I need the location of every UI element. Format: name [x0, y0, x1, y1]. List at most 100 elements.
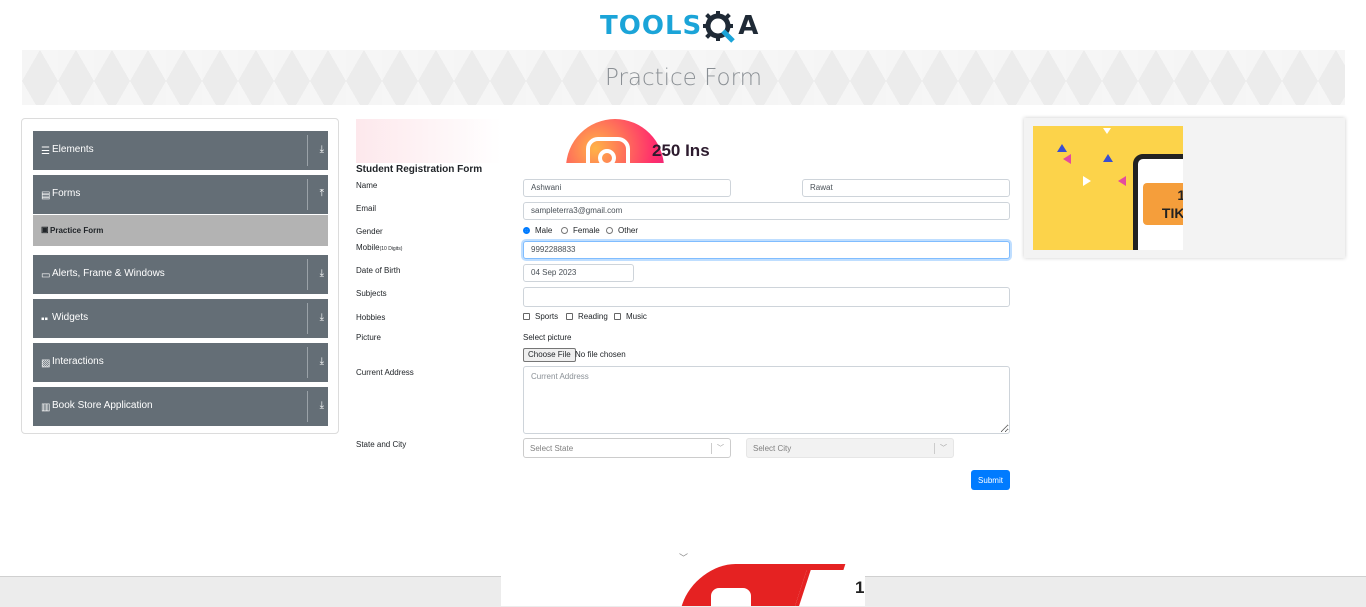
sidebar-group-label: Interactions [52, 356, 104, 367]
page-banner: Practice Form [22, 50, 1345, 105]
mobile-label-text: Mobile [356, 243, 380, 252]
checkbox-icon[interactable] [566, 313, 573, 320]
page-title: Practice Form [604, 64, 763, 91]
email-input[interactable]: sampleterra3@gmail.com [523, 202, 1010, 220]
choose-file-button[interactable]: Choose File [523, 348, 576, 362]
radio-selected-icon[interactable] [523, 227, 530, 234]
ad-banner-right[interactable]: 10 TIKT [1024, 118, 1345, 258]
form-icon: ▤ [41, 190, 51, 201]
sidebar-group-label: Book Store Application [52, 400, 153, 411]
sidebar-group-elements[interactable]: ☰ Elements ⤓ [33, 131, 328, 170]
gender-label: Gender [356, 227, 383, 236]
toolsqa-logo[interactable]: TOOLS A [600, 6, 758, 46]
divider [307, 259, 308, 290]
email-label: Email [356, 204, 377, 213]
mobile-hint: (10 Digits) [379, 246, 403, 252]
select-picture-label: Select picture [523, 333, 572, 342]
current-address-textarea[interactable] [523, 366, 1010, 434]
mobile-label: Mobile(10 Digits) [356, 243, 402, 252]
youtube-icon [711, 588, 751, 606]
down-arrow-icon: ⤓ [319, 312, 324, 323]
sidebar-group-alerts[interactable]: ▭ Alerts, Frame & Windows ⤓ [33, 255, 328, 294]
file-status-text: No file chosen [575, 350, 626, 359]
last-name-input[interactable]: Rawat [802, 179, 1010, 197]
first-name-input[interactable]: Ashwani [523, 179, 731, 197]
radio-icon[interactable] [606, 227, 613, 234]
mobile-input[interactable]: 9992288833 [523, 241, 1010, 259]
dob-label: Date of Birth [356, 266, 401, 275]
ad-text: 1 [855, 578, 865, 597]
submit-button[interactable]: Submit [971, 470, 1010, 490]
hobbies-label: Hobbies [356, 313, 386, 322]
radio-label: Other [618, 226, 639, 235]
bookstore-icon: ▥ [41, 402, 51, 413]
confetti-shape [1103, 154, 1113, 162]
divider [307, 391, 308, 422]
name-label: Name [356, 181, 378, 190]
hobby-checkbox-music[interactable]: Music [614, 312, 647, 321]
ad-banner-top[interactable]: 250 Ins [356, 119, 720, 163]
subjects-input[interactable] [523, 287, 1010, 307]
form-title: Student Registration Form [356, 164, 483, 175]
ad-text: 250 Ins [652, 141, 710, 160]
instagram-icon [586, 137, 630, 163]
divider [307, 347, 308, 378]
sidebar-item-practice-form[interactable]: ▣ Practice Form [33, 215, 328, 246]
sidebar-group-forms[interactable]: ▤ Forms ⤒ [33, 175, 328, 214]
interactions-icon: ▨ [41, 358, 51, 369]
down-arrow-icon: ⤓ [319, 144, 324, 155]
address-label: Current Address [356, 368, 414, 377]
ad-text: 10 TIKT [1143, 183, 1183, 225]
radio-label: Female [573, 226, 600, 235]
checkbox-icon[interactable] [523, 313, 530, 320]
checkbox-label: Music [626, 312, 647, 321]
logo-text-tools: TOOLS [600, 11, 703, 41]
sidebar-group-label: Forms [52, 188, 81, 199]
down-arrow-icon: ⤓ [319, 356, 324, 367]
window-icon: ▭ [41, 270, 51, 281]
checkbox-icon[interactable] [614, 313, 621, 320]
picture-label: Picture [356, 333, 381, 342]
state-select[interactable]: Select State ﹀ [523, 438, 731, 458]
sidebar-group-widgets[interactable]: ▪▪ Widgets ⤓ [33, 299, 328, 338]
gear-icon [703, 11, 736, 43]
radio-icon[interactable] [561, 227, 568, 234]
confetti-shape [1118, 176, 1126, 186]
logo-text-a: A [738, 11, 759, 41]
date-of-birth-input[interactable]: 04 Sep 2023 [523, 264, 634, 282]
ad-banner-bottom[interactable]: 1 [501, 560, 865, 606]
sidebar: ☰ Elements ⤓ ▤ Forms ⤒ ▣ Practice Form ▭… [21, 118, 339, 434]
sidebar-group-book-store[interactable]: ▥ Book Store Application ⤓ [33, 387, 328, 426]
confetti-shape [1057, 144, 1067, 152]
gender-radio-female[interactable]: Female [561, 226, 600, 235]
sidebar-group-label: Alerts, Frame & Windows [52, 268, 165, 279]
divider [307, 303, 308, 334]
document-icon: ▣ [41, 225, 49, 234]
divider [307, 135, 308, 166]
confetti-shape [1103, 128, 1111, 134]
confetti-shape [1063, 154, 1071, 164]
sidebar-group-label: Widgets [52, 312, 89, 323]
checkbox-label: Sports [535, 312, 559, 321]
down-arrow-icon: ⤓ [319, 400, 324, 411]
chevron-down-icon[interactable]: ﹀ [717, 443, 724, 453]
widgets-icon: ▪▪ [41, 314, 49, 325]
down-arrow-icon: ⤓ [319, 268, 324, 279]
gender-radio-other[interactable]: Other [606, 226, 638, 235]
sidebar-group-interactions[interactable]: ▨ Interactions ⤓ [33, 343, 328, 382]
hobby-checkbox-sports[interactable]: Sports [523, 312, 558, 321]
gender-radio-male[interactable]: Male [523, 226, 552, 235]
state-placeholder: Select State [530, 444, 574, 453]
list-icon: ☰ [41, 146, 50, 157]
subjects-label: Subjects [356, 289, 387, 298]
checkbox-label: Reading [578, 312, 608, 321]
hobby-checkbox-reading[interactable]: Reading [566, 312, 608, 321]
ad-image: 10 TIKT [1033, 126, 1183, 250]
divider [711, 443, 712, 454]
city-select[interactable]: Select City ﹀ [746, 438, 954, 458]
divider [934, 443, 935, 454]
state-city-label: State and City [356, 440, 407, 449]
sidebar-item-label: Practice Form [50, 226, 104, 235]
chevron-down-icon[interactable]: ﹀ [940, 443, 947, 453]
up-arrow-icon: ⤒ [319, 188, 324, 199]
